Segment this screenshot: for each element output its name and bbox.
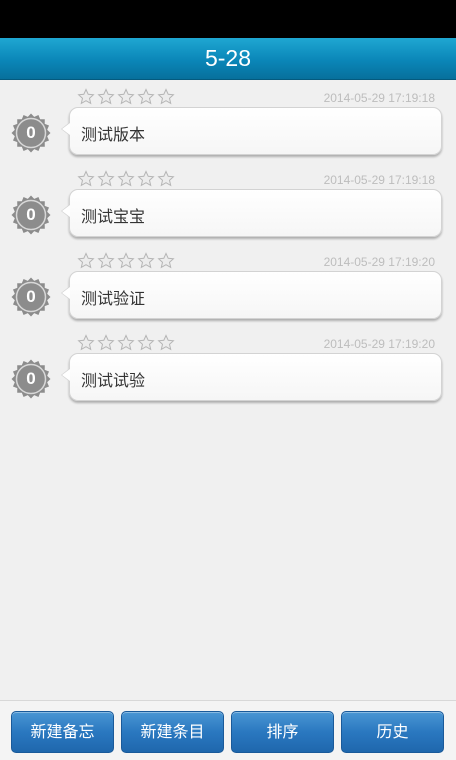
count-badge: 0	[11, 195, 51, 235]
star-icon[interactable]	[117, 334, 135, 352]
memo-item[interactable]: 2014-05-29 17:19:20 0 测试验证	[0, 244, 456, 326]
star-icon[interactable]	[97, 88, 115, 106]
memo-timestamp: 2014-05-29 17:19:18	[323, 173, 435, 187]
star-icon[interactable]	[137, 252, 155, 270]
bubble-tail	[61, 368, 70, 382]
badge-count: 0	[26, 287, 36, 306]
rating-stars[interactable]	[77, 88, 175, 106]
bottom-toolbar: 新建备忘 新建条目 排序 历史	[0, 700, 456, 760]
new-entry-button[interactable]: 新建条目	[121, 711, 224, 753]
memo-timestamp: 2014-05-29 17:19:20	[323, 337, 435, 351]
memo-bubble[interactable]: 测试版本	[61, 107, 442, 155]
memo-item[interactable]: 2014-05-29 17:19:18 0 测试版本	[0, 80, 456, 162]
memo-timestamp: 2014-05-29 17:19:20	[323, 255, 435, 269]
sort-button[interactable]: 排序	[231, 711, 334, 753]
star-icon[interactable]	[97, 334, 115, 352]
count-badge: 0	[11, 113, 51, 153]
memo-list: 2014-05-29 17:19:18 0 测试版本 2014-05-29 17:19…	[0, 80, 456, 700]
memo-bubble[interactable]: 测试试验	[61, 353, 442, 401]
star-icon[interactable]	[77, 252, 95, 270]
star-icon[interactable]	[157, 170, 175, 188]
star-icon[interactable]	[77, 170, 95, 188]
status-bar	[0, 0, 456, 38]
new-memo-button[interactable]: 新建备忘	[11, 711, 114, 753]
count-badge: 0	[11, 359, 51, 399]
rating-stars[interactable]	[77, 170, 175, 188]
count-badge: 0	[11, 277, 51, 317]
memo-title: 测试试验	[81, 371, 146, 390]
memo-item[interactable]: 2014-05-29 17:19:20 0 测试试验	[0, 326, 456, 408]
memo-timestamp: 2014-05-29 17:19:18	[323, 91, 435, 105]
badge-count: 0	[26, 205, 36, 224]
star-icon[interactable]	[157, 334, 175, 352]
memo-bubble[interactable]: 测试验证	[61, 271, 442, 319]
star-icon[interactable]	[137, 334, 155, 352]
badge-count: 0	[26, 123, 36, 142]
title-bar: 5-28	[0, 38, 456, 80]
star-icon[interactable]	[117, 252, 135, 270]
memo-bubble[interactable]: 测试宝宝	[61, 189, 442, 237]
bubble-tail	[61, 286, 70, 300]
star-icon[interactable]	[77, 334, 95, 352]
rating-stars[interactable]	[77, 252, 175, 270]
star-icon[interactable]	[97, 252, 115, 270]
page-title: 5-28	[204, 45, 252, 71]
star-icon[interactable]	[137, 88, 155, 106]
memo-title: 测试验证	[81, 289, 146, 308]
memo-title: 测试宝宝	[81, 207, 146, 226]
memo-item[interactable]: 2014-05-29 17:19:18 0 测试宝宝	[0, 162, 456, 244]
rating-stars[interactable]	[77, 334, 175, 352]
star-icon[interactable]	[157, 88, 175, 106]
memo-title: 测试版本	[81, 125, 146, 144]
history-button[interactable]: 历史	[341, 711, 444, 753]
bubble-tail	[61, 204, 70, 218]
star-icon[interactable]	[117, 170, 135, 188]
star-icon[interactable]	[117, 88, 135, 106]
star-icon[interactable]	[97, 170, 115, 188]
badge-count: 0	[26, 369, 36, 388]
star-icon[interactable]	[157, 252, 175, 270]
star-icon[interactable]	[137, 170, 155, 188]
star-icon[interactable]	[77, 88, 95, 106]
bubble-tail	[61, 122, 70, 136]
